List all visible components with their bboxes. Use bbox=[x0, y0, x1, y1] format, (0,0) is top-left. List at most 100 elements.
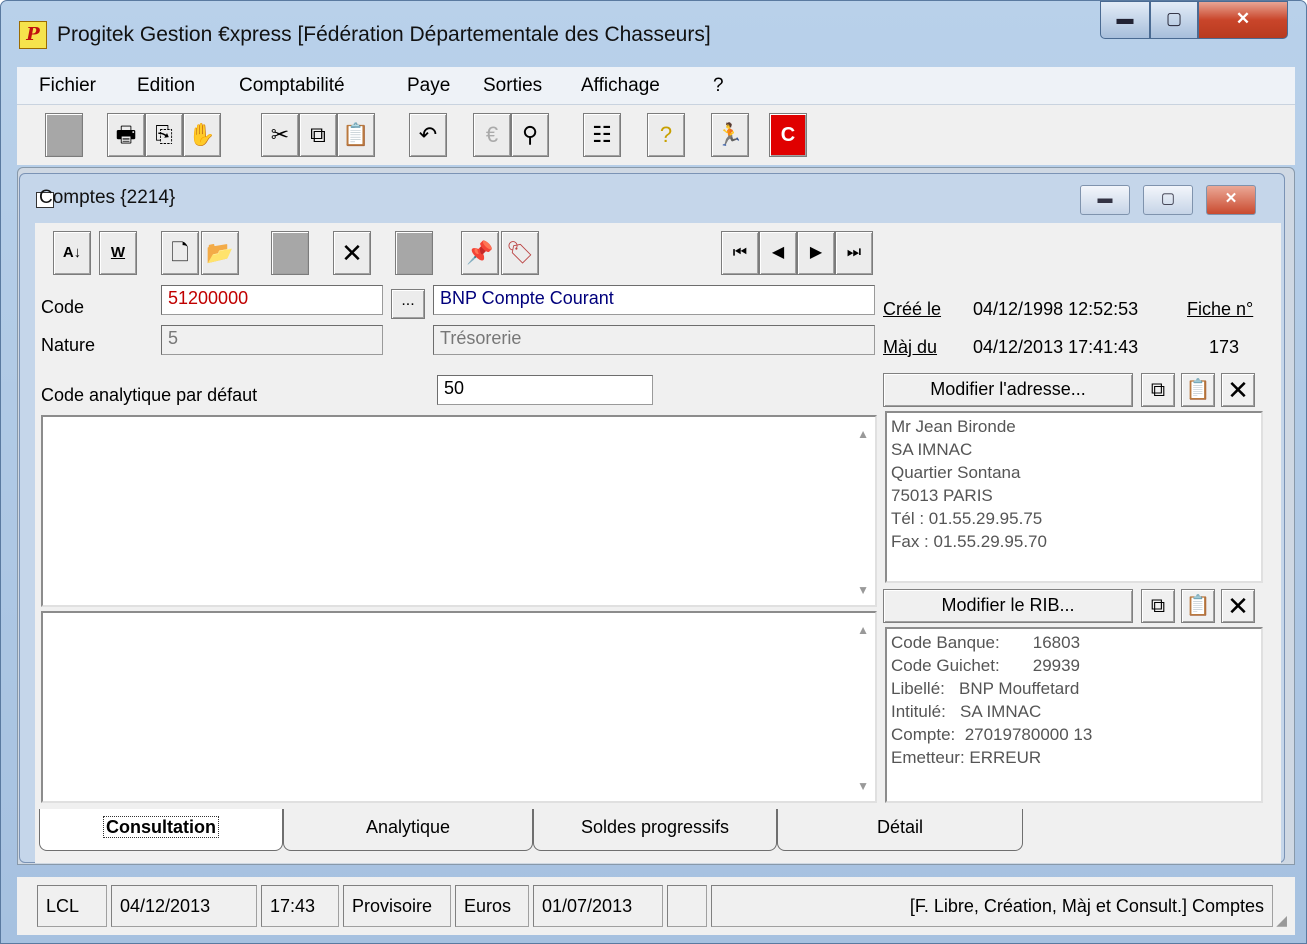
status-bar: LCL 04/12/2013 17:43 Provisoire Euros 01… bbox=[17, 877, 1295, 935]
modify-rib-button[interactable]: Modifier le RIB... bbox=[883, 589, 1133, 623]
address-line: Mr Jean Bironde bbox=[891, 417, 1016, 436]
rib-line: Emetteur: ERREUR bbox=[891, 748, 1042, 767]
clear-rib-icon[interactable]: ✕ bbox=[1221, 589, 1255, 623]
nature-field: 5 bbox=[161, 325, 383, 355]
tab-consultation[interactable]: Consultation bbox=[39, 809, 283, 851]
delete-icon[interactable]: ✕ bbox=[333, 231, 371, 275]
copy-rib-icon[interactable]: ⧉ bbox=[1141, 589, 1175, 623]
copy-address-icon[interactable]: ⧉ bbox=[1141, 373, 1175, 407]
nature-label: Nature bbox=[41, 335, 96, 355]
fiche-number: 173 bbox=[1209, 337, 1240, 357]
rib-line: Compte: 27019780000 13 bbox=[891, 725, 1093, 744]
child-close-button[interactable]: ✕ bbox=[1206, 185, 1256, 215]
status-module: [F. Libre, Création, Màj et Consult.] Co… bbox=[711, 885, 1273, 927]
child-minimize-button[interactable]: ▬ bbox=[1080, 185, 1130, 215]
main-window: P Progitek Gestion €xpress [Fédération D… bbox=[0, 0, 1307, 944]
main-toolbar: 🖶 ⎘ ✋ ✂ ⧉ 📋 ↶ € ⚲ ☷ ? 🏃 C bbox=[17, 105, 1295, 165]
export-icon[interactable]: ⎘ bbox=[145, 113, 183, 157]
close-button[interactable]: ✕ bbox=[1198, 1, 1288, 39]
updated-label: Màj du bbox=[883, 337, 938, 357]
code-description-field[interactable]: BNP Compte Courant bbox=[433, 285, 875, 315]
address-line: SA IMNAC bbox=[891, 440, 973, 459]
paste-icon[interactable]: 📋 bbox=[337, 113, 375, 157]
menu-edition[interactable]: Edition bbox=[137, 75, 195, 97]
blank-record-icon[interactable] bbox=[271, 231, 309, 275]
next-record-icon[interactable]: ▶ bbox=[797, 231, 835, 275]
paste-rib-icon[interactable]: 📋 bbox=[1181, 589, 1215, 623]
menu-fichier[interactable]: Fichier bbox=[39, 75, 96, 97]
scroll-down-icon[interactable]: ▼ bbox=[857, 583, 869, 597]
created-value: 04/12/1998 12:52:53 bbox=[973, 299, 1139, 319]
binoculars-icon[interactable]: ⚲ bbox=[511, 113, 549, 157]
hand-icon[interactable]: ✋ bbox=[183, 113, 221, 157]
maximize-button[interactable]: ▢ bbox=[1150, 1, 1198, 39]
fiche-label: Fiche n° bbox=[1187, 299, 1254, 319]
rib-line: Code Guichet: 29939 bbox=[891, 656, 1081, 675]
minimize-button[interactable]: ▬ bbox=[1100, 1, 1150, 39]
menu-sorties[interactable]: Sorties bbox=[483, 75, 542, 97]
address-box: Mr Jean Bironde SA IMNAC Quartier Sontan… bbox=[885, 411, 1263, 583]
pin-icon[interactable]: 📌 bbox=[461, 231, 499, 275]
open-folder-icon[interactable]: 📂 bbox=[201, 231, 239, 275]
lookup-button[interactable]: ... bbox=[391, 289, 425, 319]
sort-az-button[interactable]: A↓ bbox=[53, 231, 91, 275]
menu-bar: Fichier Edition Comptabilité Paye Sortie… bbox=[17, 67, 1295, 105]
scroll-up-icon[interactable]: ▲ bbox=[857, 623, 869, 637]
exit-icon[interactable]: 🏃 bbox=[711, 113, 749, 157]
first-record-icon[interactable]: ⏮ bbox=[721, 231, 759, 275]
tab-consultation-label: Consultation bbox=[103, 816, 219, 838]
scroll-down-icon[interactable]: ▼ bbox=[857, 779, 869, 793]
properties-icon[interactable]: ☷ bbox=[583, 113, 621, 157]
previous-record-icon[interactable]: ◀ bbox=[759, 231, 797, 275]
child-maximize-button[interactable]: ▢ bbox=[1143, 185, 1193, 215]
address-line: Tél : 01.55.29.95.75 bbox=[891, 509, 1043, 528]
status-bank: LCL bbox=[37, 885, 107, 927]
tab-soldes-progressifs[interactable]: Soldes progressifs bbox=[533, 809, 777, 851]
clear-address-icon[interactable]: ✕ bbox=[1221, 373, 1255, 407]
label-icon[interactable]: 🏷 bbox=[501, 231, 539, 275]
app-logo-icon: P bbox=[19, 21, 47, 49]
printer-icon[interactable]: 🖶 bbox=[107, 113, 145, 157]
updated-value: 04/12/2013 17:41:43 bbox=[973, 337, 1139, 357]
scroll-up-icon[interactable]: ▲ bbox=[857, 427, 869, 441]
help-icon[interactable]: ? bbox=[647, 113, 685, 157]
nature-description-field: Trésorerie bbox=[433, 325, 875, 355]
blank-icon[interactable] bbox=[45, 113, 83, 157]
c-icon[interactable]: C bbox=[769, 113, 807, 157]
status-date: 04/12/2013 bbox=[111, 885, 257, 927]
cut-icon[interactable]: ✂ bbox=[261, 113, 299, 157]
paste-address-icon[interactable]: 📋 bbox=[1181, 373, 1215, 407]
child-window-title: Comptes {2214} bbox=[39, 187, 176, 208]
title-bar[interactable]: P Progitek Gestion €xpress [Fédération D… bbox=[1, 1, 1306, 67]
code-field[interactable]: 51200000 bbox=[161, 285, 383, 315]
code-label: Code bbox=[41, 297, 85, 317]
menu-paye[interactable]: Paye bbox=[407, 75, 450, 97]
rib-box: Code Banque: 16803 Code Guichet: 29939 L… bbox=[885, 627, 1263, 803]
analytic-code-label: Code analytique par défaut bbox=[41, 385, 258, 405]
copy-icon[interactable]: ⧉ bbox=[299, 113, 337, 157]
new-document-icon[interactable]: 🗋 bbox=[161, 231, 199, 275]
rib-line: Code Banque: 16803 bbox=[891, 633, 1081, 652]
euro-icon[interactable]: € bbox=[473, 113, 511, 157]
menu-comptabilite[interactable]: Comptabilité bbox=[239, 75, 345, 97]
menu-help[interactable]: ? bbox=[713, 75, 724, 97]
tab-analytique[interactable]: Analytique bbox=[283, 809, 533, 851]
created-label: Créé le bbox=[883, 299, 942, 319]
w-button[interactable]: W bbox=[99, 231, 137, 275]
undo-icon[interactable]: ↶ bbox=[409, 113, 447, 157]
rib-line: Libellé: BNP Mouffetard bbox=[891, 679, 1080, 698]
analytic-code-field[interactable]: 50 bbox=[437, 375, 653, 405]
last-record-icon[interactable]: ⏭ bbox=[835, 231, 873, 275]
menu-affichage[interactable]: Affichage bbox=[581, 75, 660, 97]
modify-address-button[interactable]: Modifier l'adresse... bbox=[883, 373, 1133, 407]
status-period-start: 01/07/2013 bbox=[533, 885, 663, 927]
resize-grip-icon[interactable]: ◢ bbox=[1276, 912, 1287, 929]
blank-record-icon-2[interactable] bbox=[395, 231, 433, 275]
tab-detail[interactable]: Détail bbox=[777, 809, 1023, 851]
address-line: Fax : 01.55.29.95.70 bbox=[891, 532, 1047, 551]
rib-line: Intitulé: SA IMNAC bbox=[891, 702, 1042, 721]
memo-box-bottom[interactable]: ▲ ▼ bbox=[41, 611, 877, 803]
status-mode: Provisoire bbox=[343, 885, 451, 927]
address-line: Quartier Sontana bbox=[891, 463, 1021, 482]
memo-box-top[interactable]: ▲ ▼ bbox=[41, 415, 877, 607]
